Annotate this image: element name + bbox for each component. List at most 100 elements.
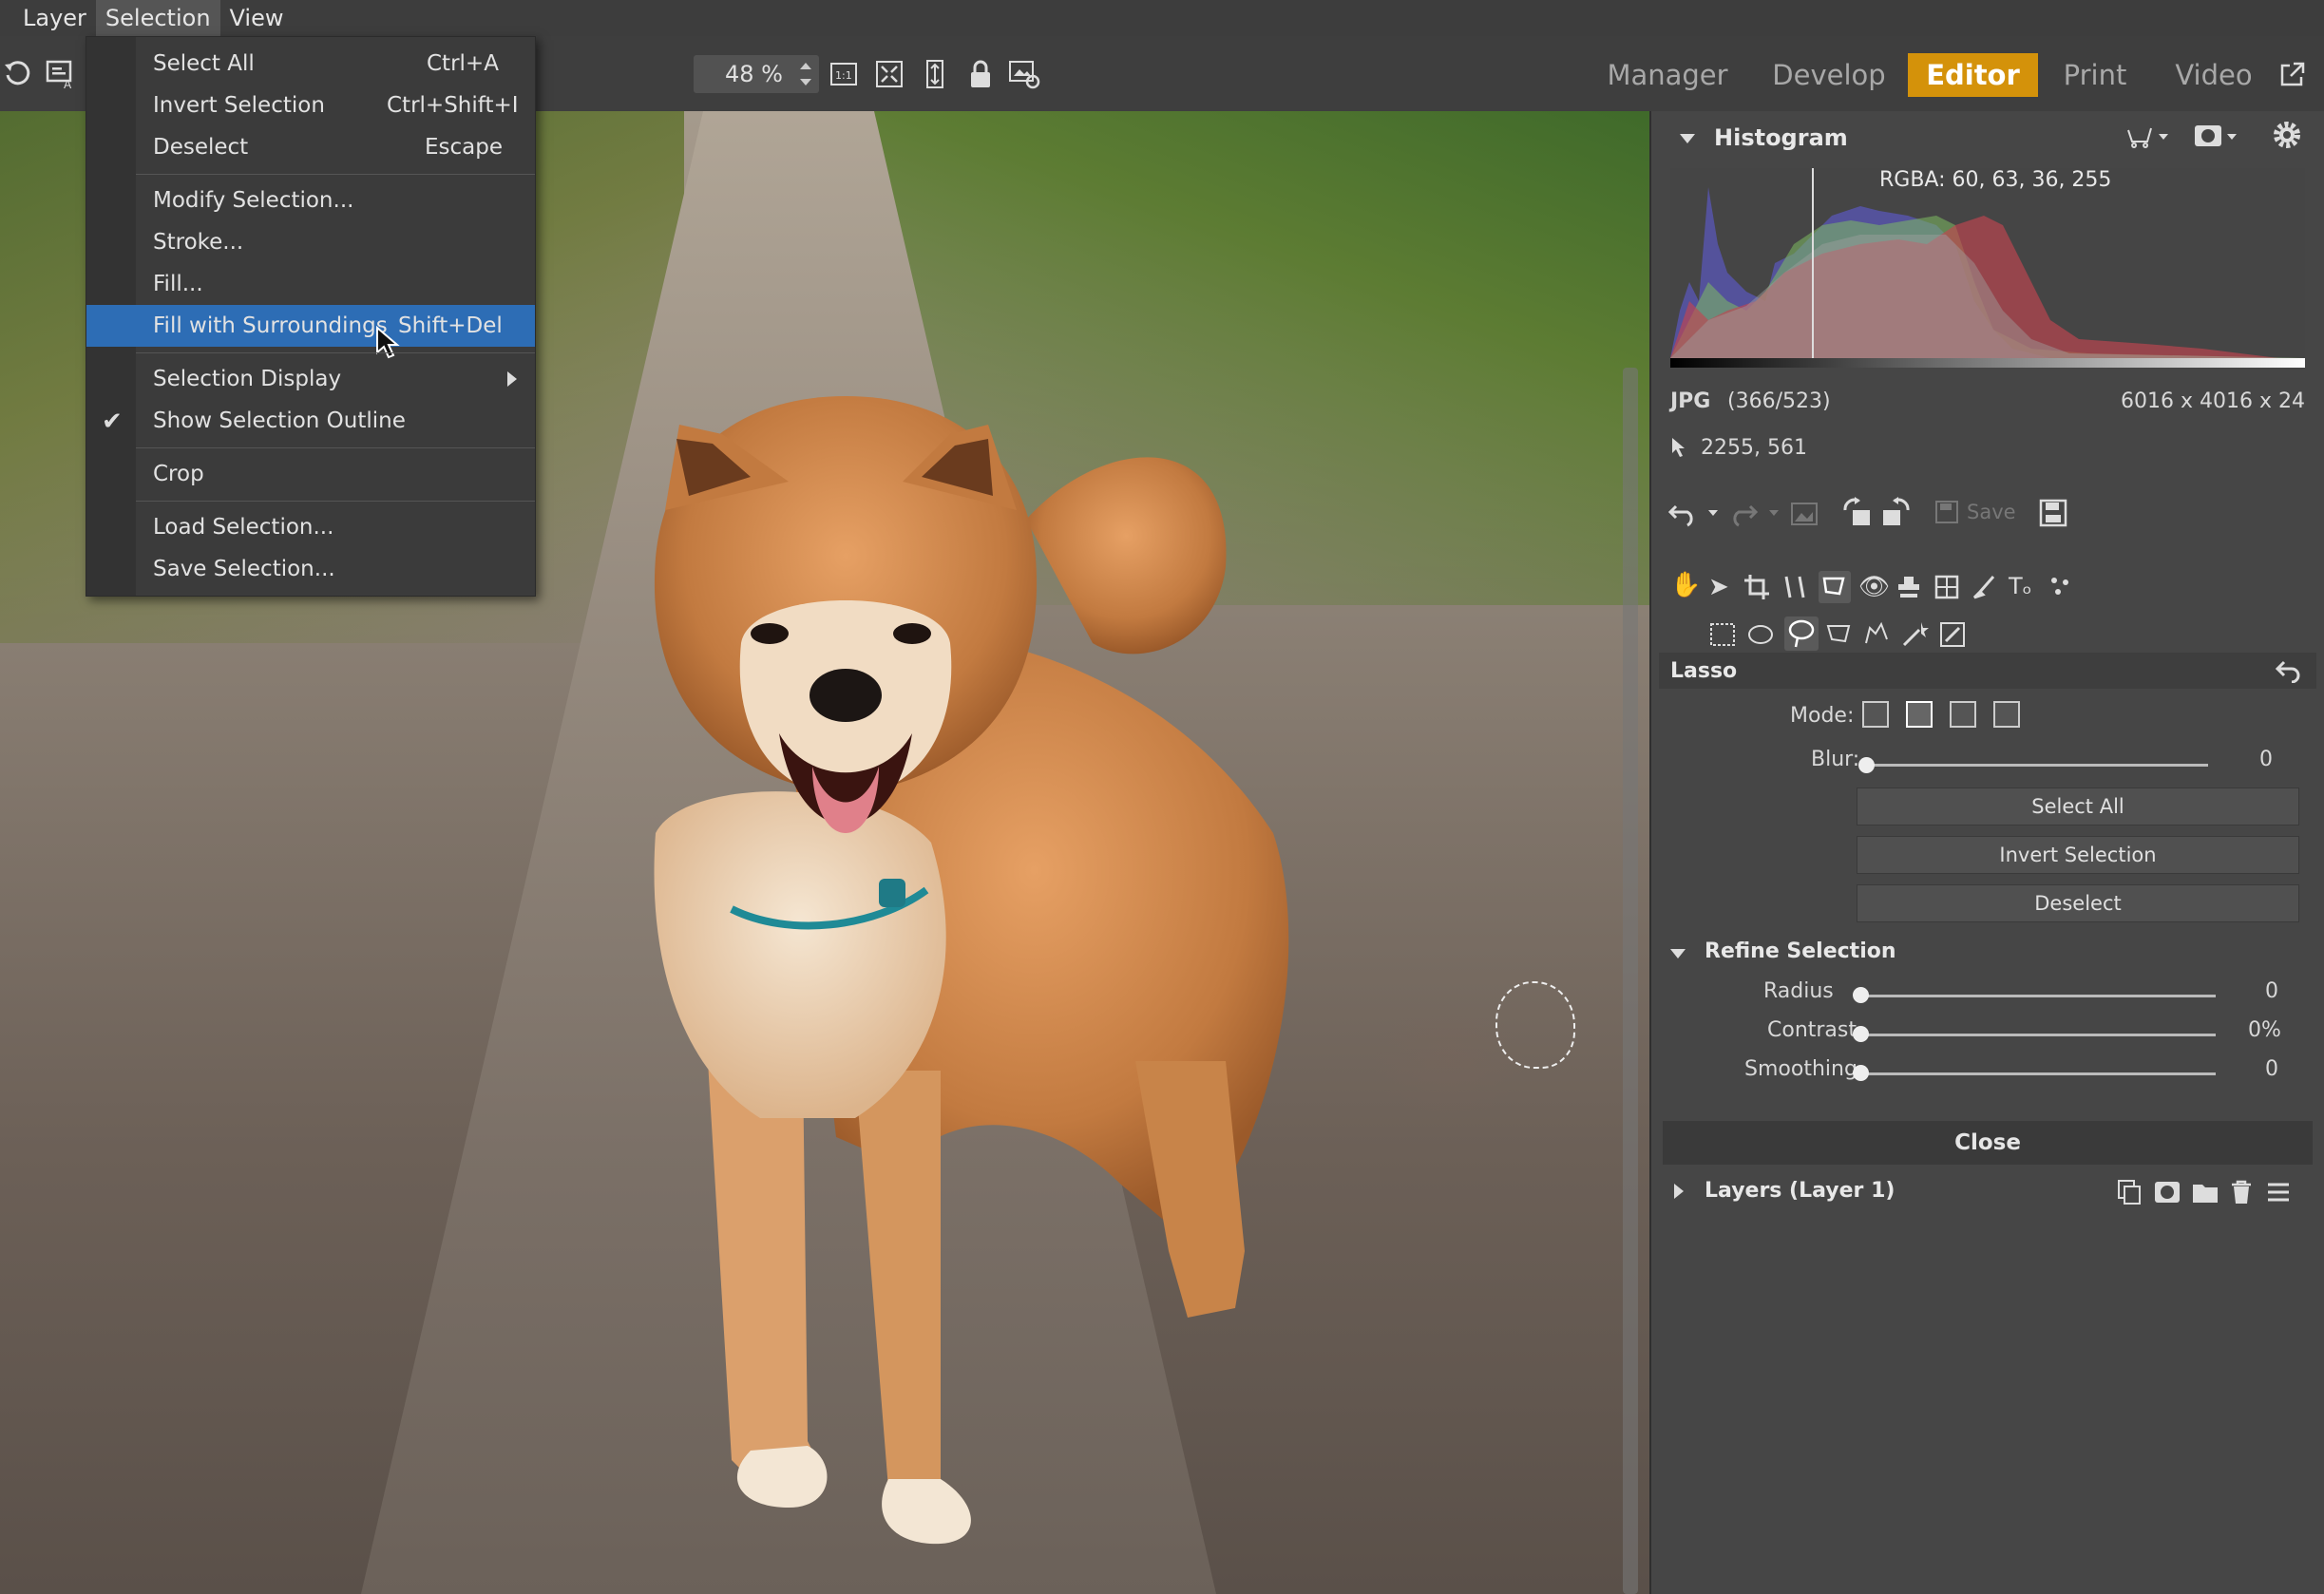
menu-item-label: Deselect: [153, 135, 249, 160]
straighten-tool-icon[interactable]: [1781, 573, 1809, 601]
menu-item-show-selection-outline[interactable]: ✔ Show Selection Outline: [86, 400, 535, 442]
menu-item-deselect[interactable]: Deselect Escape: [86, 126, 535, 168]
zoom-up-icon[interactable]: [800, 63, 811, 69]
vertical-scrollbar[interactable]: [1623, 368, 1638, 1594]
radius-slider-track[interactable]: [1862, 995, 2216, 997]
auto-enhance-icon[interactable]: A: [44, 57, 78, 91]
menu-item-select-all[interactable]: Select All Ctrl+A: [86, 43, 535, 85]
menu-selection[interactable]: Selection: [95, 0, 220, 36]
zoom-field[interactable]: 48 %: [694, 55, 819, 93]
tab-video[interactable]: Video: [2166, 53, 2261, 97]
menu-item-save-selection[interactable]: Save Selection...: [86, 548, 535, 590]
invert-selection-button[interactable]: Invert Selection: [1857, 836, 2299, 874]
menu-layer[interactable]: Layer: [13, 0, 96, 36]
deselect-button[interactable]: Deselect: [1857, 884, 2299, 922]
undo-icon[interactable]: [1667, 497, 1727, 527]
redo-icon[interactable]: [1729, 497, 1788, 527]
selection-brush-icon[interactable]: [1938, 620, 1967, 649]
external-window-icon[interactable]: [2276, 57, 2310, 91]
ellipse-select-icon[interactable]: [1746, 620, 1775, 649]
reset-tool-icon[interactable]: [2275, 658, 2301, 683]
menu-item-label: Fill with Surroundings: [153, 313, 388, 338]
menu-item-selection-display[interactable]: Selection Display: [86, 358, 535, 400]
pointer-tool-icon[interactable]: ➤: [1708, 575, 1729, 599]
menu-overflow[interactable]: [0, 0, 13, 36]
rotate-right-icon[interactable]: [1879, 497, 1912, 529]
contrast-slider-knob[interactable]: [1853, 1026, 1869, 1042]
menu-item-label: Modify Selection...: [153, 188, 354, 213]
folder-icon[interactable]: [2191, 1179, 2219, 1205]
lasso-icon[interactable]: [1784, 617, 1819, 651]
refresh-icon[interactable]: [0, 57, 34, 91]
lock-icon[interactable]: [963, 57, 998, 91]
tab-print[interactable]: Print: [2052, 53, 2138, 97]
fill-icon[interactable]: [918, 57, 952, 91]
menu-separator: [136, 174, 535, 175]
menu-item-shortcut: Escape: [425, 135, 504, 160]
collapse-histogram-icon[interactable]: [1680, 134, 1695, 143]
hand-tool-icon[interactable]: ✋: [1670, 573, 1701, 598]
menu-item-load-selection[interactable]: Load Selection...: [86, 506, 535, 548]
expand-layers-icon[interactable]: [1674, 1184, 1684, 1199]
actual-size-icon[interactable]: 1:1: [827, 57, 861, 91]
menu-item-invert-selection[interactable]: Invert Selection Ctrl+Shift+I: [86, 85, 535, 126]
menu-item-modify-selection[interactable]: Modify Selection...: [86, 180, 535, 221]
menu-item-crop[interactable]: Crop: [86, 453, 535, 495]
contrast-label: Contrast: [1767, 1018, 1857, 1042]
magnetic-lasso-icon[interactable]: [1862, 620, 1891, 649]
red-eye-tool-icon[interactable]: 👁: [1858, 575, 1890, 599]
duplicate-layer-icon[interactable]: [2115, 1179, 2143, 1205]
layer-mask-icon[interactable]: [2153, 1179, 2181, 1205]
history-image-icon[interactable]: [1790, 501, 1819, 527]
radius-label: Radius: [1763, 979, 1834, 1003]
trash-icon[interactable]: [2229, 1179, 2254, 1205]
crop-tool-icon[interactable]: [1743, 573, 1771, 601]
selection-tool-icon[interactable]: [1819, 571, 1851, 603]
save-button[interactable]: Save: [1929, 494, 2020, 530]
contrast-value: 0%: [2248, 1018, 2281, 1042]
mode-new-icon[interactable]: [1862, 701, 1889, 728]
mask-display-icon[interactable]: [2193, 123, 2238, 151]
fit-icon[interactable]: [872, 57, 906, 91]
mode-intersect-icon[interactable]: [1993, 701, 2020, 728]
smoothing-slider-knob[interactable]: [1853, 1065, 1869, 1081]
cursor-position-icon: [1672, 438, 1685, 457]
lasso-header: [1659, 653, 2316, 689]
smoothing-value: 0: [2265, 1057, 2278, 1081]
rect-select-icon[interactable]: [1708, 620, 1737, 649]
mode-subtract-icon[interactable]: [1950, 701, 1976, 728]
mode-add-icon[interactable]: [1906, 701, 1933, 728]
menu-view[interactable]: View: [220, 0, 294, 36]
tab-develop[interactable]: Develop: [1767, 53, 1891, 97]
clone-stamp-icon[interactable]: [1895, 573, 1923, 601]
transform-tool-icon[interactable]: [1933, 573, 1961, 601]
brush-tool-icon[interactable]: [1971, 573, 1999, 601]
text-tool-icon[interactable]: Tₒ: [2009, 575, 2032, 598]
smoothing-slider-track[interactable]: [1862, 1072, 2216, 1075]
histogram-mode-icon[interactable]: [2126, 123, 2170, 151]
hamburger-menu-icon[interactable]: [2265, 1179, 2292, 1205]
menu-item-fill-with-surroundings[interactable]: Fill with Surroundings Shift+Del: [86, 305, 535, 359]
blur-slider-track[interactable]: [1866, 764, 2208, 767]
tab-editor[interactable]: Editor: [1908, 53, 2038, 97]
select-all-button[interactable]: Select All: [1857, 788, 2299, 825]
checkmark-icon: ✔: [102, 408, 123, 436]
menu-item-fill[interactable]: Fill...: [86, 263, 535, 305]
rotate-left-icon[interactable]: [1841, 497, 1874, 529]
close-button[interactable]: Close: [1663, 1121, 2313, 1165]
zoom-down-icon[interactable]: [800, 79, 811, 85]
effects-tool-icon[interactable]: [2048, 575, 2073, 599]
magic-wand-icon[interactable]: [1900, 620, 1929, 649]
settings-icon[interactable]: [1007, 57, 1041, 91]
save-as-icon[interactable]: [2039, 499, 2067, 527]
menu-item-stroke[interactable]: Stroke...: [86, 221, 535, 263]
polygon-lasso-icon[interactable]: [1824, 620, 1853, 649]
contrast-slider-track[interactable]: [1862, 1034, 2216, 1036]
collapse-refine-icon[interactable]: [1670, 949, 1686, 958]
lasso-selection-outline[interactable]: [1495, 981, 1575, 1069]
blur-slider-knob[interactable]: [1858, 757, 1875, 773]
gear-icon[interactable]: [2271, 119, 2303, 151]
tab-manager[interactable]: Manager: [1606, 53, 1729, 97]
file-index: (366/523): [1727, 389, 1831, 413]
radius-slider-knob[interactable]: [1853, 987, 1869, 1003]
